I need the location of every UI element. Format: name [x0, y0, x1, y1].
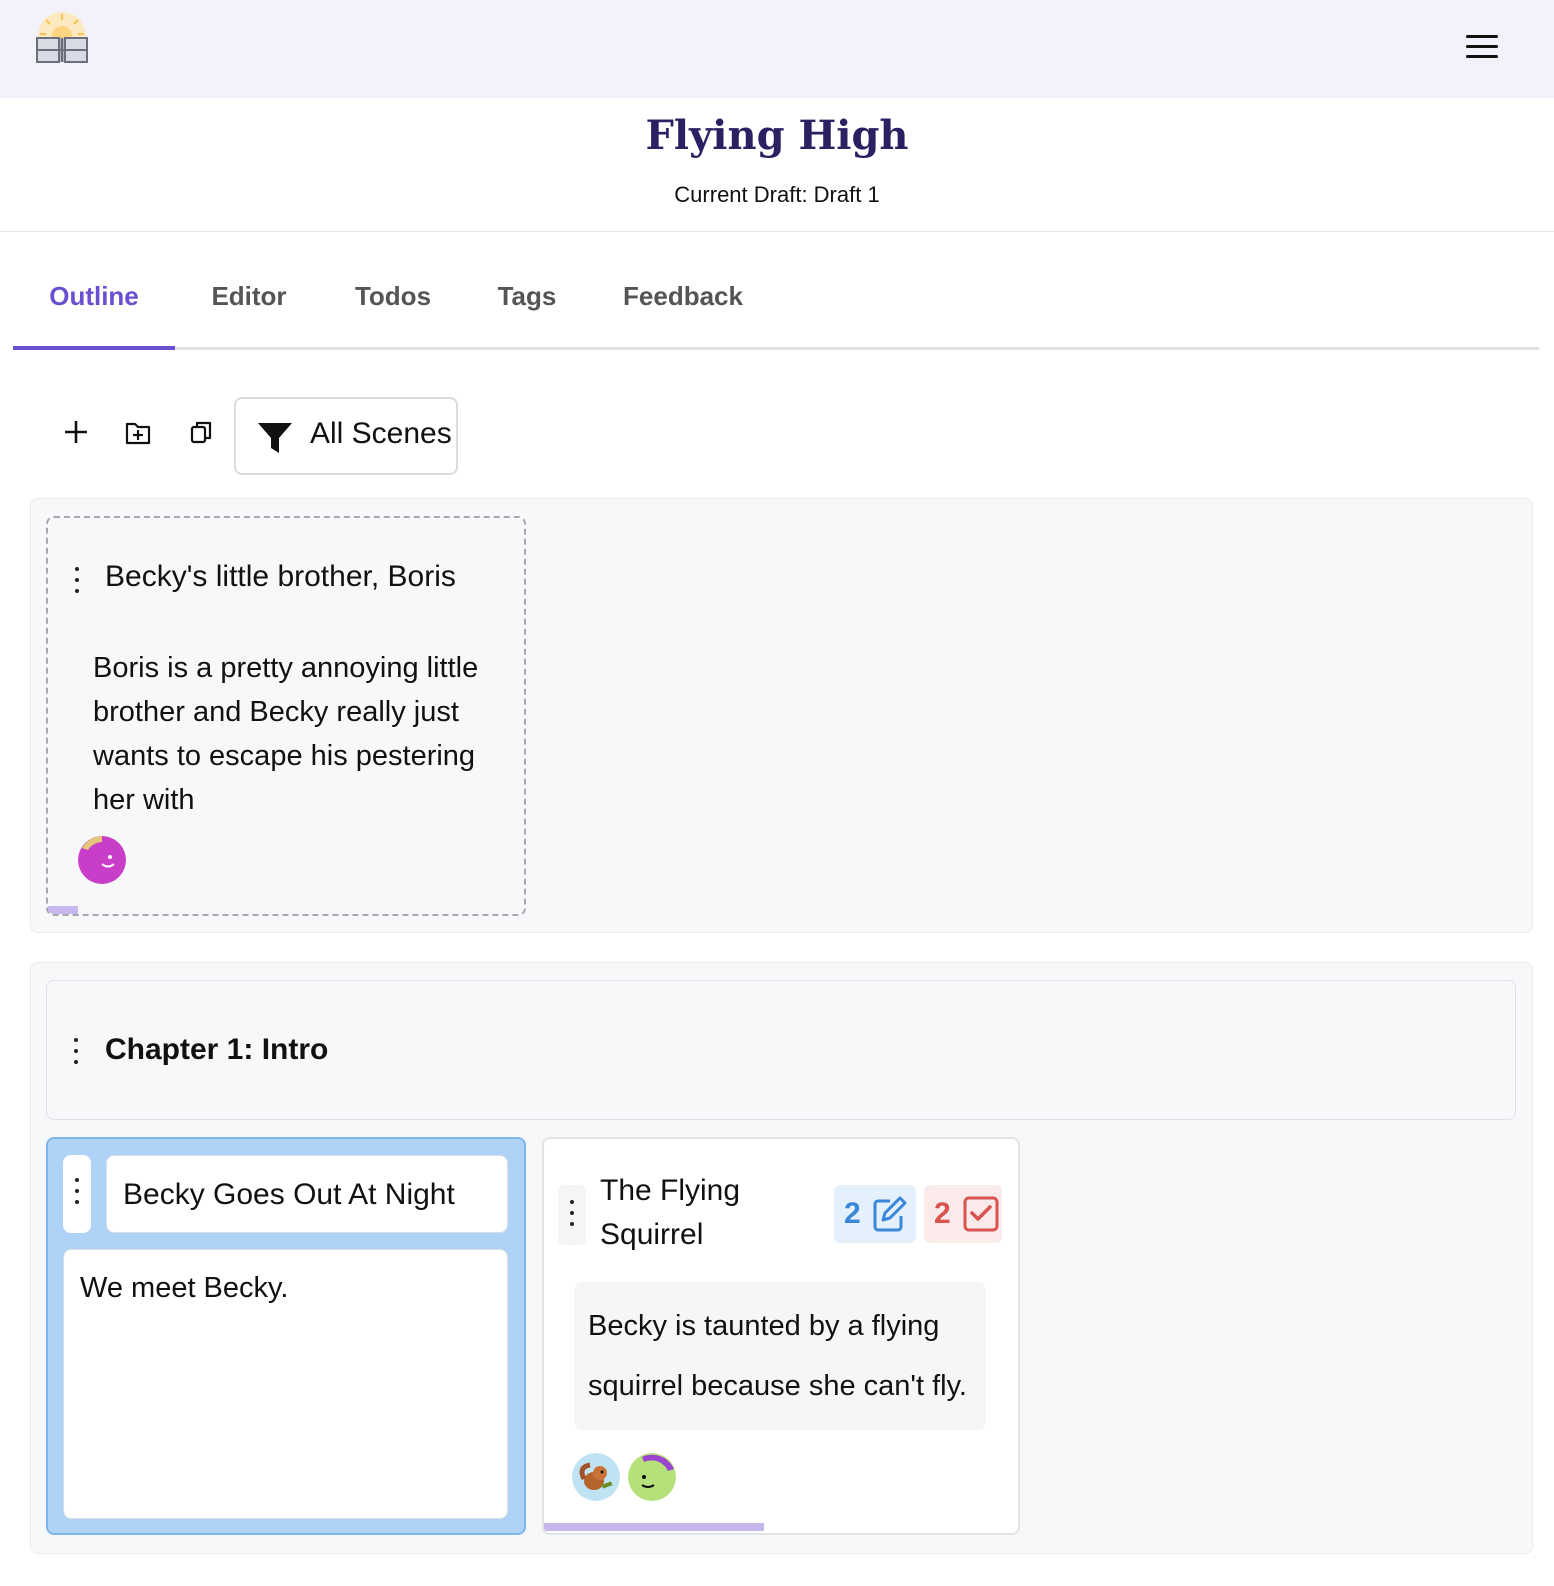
plus-icon [65, 421, 87, 443]
scene-summary: Becky is taunted by a flying squirrel be… [588, 1310, 967, 1402]
scene-card[interactable]: Becky's little brother, Boris Boris is a… [46, 516, 526, 916]
scene-title[interactable]: Becky's little brother, Boris [105, 560, 456, 594]
add-scene-button[interactable] [56, 412, 96, 452]
page-title: Flying High [645, 112, 909, 159]
sunrise-book-logo[interactable] [34, 10, 90, 66]
kebab-menu-icon[interactable] [567, 1197, 577, 1231]
checkbox-icon [963, 1196, 999, 1232]
kebab-menu-icon[interactable] [72, 564, 82, 598]
scene-title-input[interactable]: Becky Goes Out At Night [106, 1155, 508, 1233]
scene-title: Becky Goes Out At Night [123, 1178, 455, 1211]
duplicate-button[interactable] [182, 412, 222, 452]
edit-note-icon [873, 1196, 907, 1232]
progress-bar [48, 906, 78, 914]
filter-label: All Scenes [310, 417, 452, 450]
top-bar [0, 0, 1554, 98]
notes-count: 2 [844, 1197, 861, 1230]
scene-summary-textarea[interactable]: We meet Becky. [63, 1249, 508, 1519]
current-draft-label: Current Draft: Draft 1 [674, 182, 880, 207]
scene-card-selected[interactable]: Becky Goes Out At Night We meet Becky. [46, 1137, 526, 1535]
folder-plus-icon [125, 422, 151, 445]
green-smiley-avatar [628, 1453, 676, 1501]
tab-outline[interactable]: Outline [13, 262, 175, 350]
copy-icon [190, 421, 212, 444]
kebab-menu-icon[interactable] [72, 1175, 82, 1209]
filter-icon [258, 423, 292, 453]
drag-handle[interactable] [558, 1185, 586, 1245]
chapter-title[interactable]: Chapter 1: Intro [105, 1033, 328, 1067]
chapter-header[interactable]: Chapter 1: Intro [46, 980, 1516, 1120]
project-header: Flying High Current Draft: Draft 1 [0, 98, 1554, 232]
hamburger-menu-icon[interactable] [1466, 35, 1498, 61]
scene-card[interactable]: The Flying Squirrel 2 2 Becky is taunted… [542, 1137, 1020, 1535]
notes-badge[interactable]: 2 [834, 1185, 916, 1243]
scene-filter-button[interactable]: All Scenes [234, 397, 458, 475]
kebab-menu-icon[interactable] [71, 1035, 81, 1069]
progress-bar [544, 1523, 764, 1531]
todos-count: 2 [934, 1197, 951, 1230]
tab-todos[interactable]: Todos [345, 262, 441, 350]
tab-tags[interactable]: Tags [485, 262, 569, 350]
tab-bar: Outline Editor Todos Tags Feedback [13, 262, 1539, 350]
squirrel-avatar [572, 1453, 620, 1501]
todos-badge[interactable]: 2 [924, 1185, 1002, 1243]
purple-smiley-avatar [78, 836, 126, 884]
scene-summary: We meet Becky. [80, 1272, 289, 1304]
tab-editor[interactable]: Editor [197, 262, 301, 350]
scene-summary-box[interactable]: Becky is taunted by a flying squirrel be… [574, 1282, 986, 1430]
scene-summary[interactable]: Boris is a pretty annoying little brothe… [93, 646, 483, 810]
scene-title[interactable]: The Flying Squirrel [600, 1169, 800, 1257]
drag-handle[interactable] [63, 1155, 91, 1233]
tab-feedback[interactable]: Feedback [609, 262, 757, 350]
add-chapter-button[interactable] [118, 412, 158, 452]
